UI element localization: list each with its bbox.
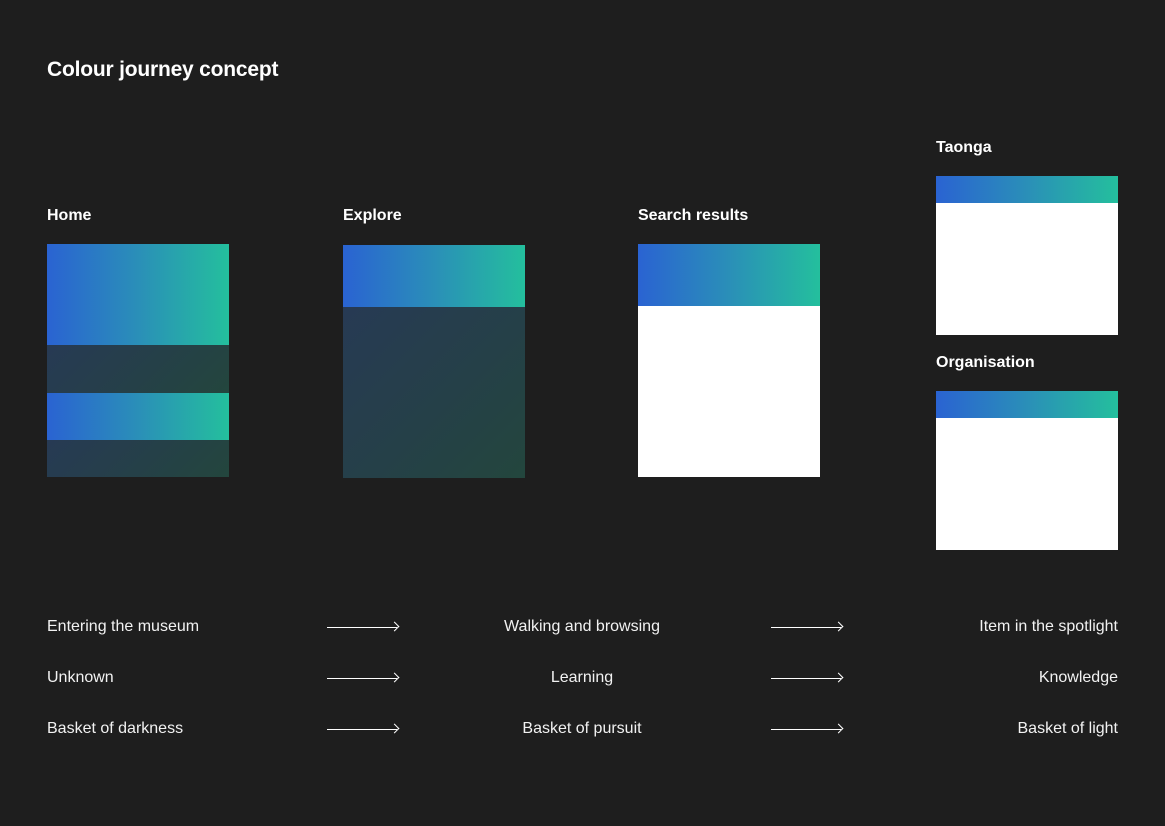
explore-gradient-header — [343, 245, 525, 307]
home-gradient-band-top — [47, 244, 229, 345]
explore-label: Explore — [343, 207, 402, 224]
arrow-right-icon — [771, 723, 844, 734]
home-panel — [47, 244, 229, 477]
home-label: Home — [47, 207, 92, 224]
taonga-label: Taonga — [936, 139, 992, 156]
journey-via-1: Walking and browsing — [504, 618, 660, 635]
organisation-panel — [936, 391, 1118, 550]
taonga-gradient-header — [936, 176, 1118, 203]
taonga-panel — [936, 176, 1118, 335]
journey-to-2: Knowledge — [1038, 669, 1118, 686]
explore-dark-body — [343, 307, 525, 478]
arrow-right-icon — [327, 621, 400, 632]
search-gradient-header — [638, 244, 820, 306]
journey-via-2: Learning — [550, 669, 614, 686]
organisation-gradient-header — [936, 391, 1118, 418]
search-results-panel — [638, 244, 820, 477]
arrow-right-icon — [771, 672, 844, 683]
journey-to-1: Item in the spotlight — [979, 618, 1118, 635]
search-results-label: Search results — [638, 207, 749, 224]
journey-to-3: Basket of light — [1017, 720, 1119, 737]
journey-from-2: Unknown — [47, 669, 114, 686]
explore-panel — [343, 245, 525, 478]
journey-from-1: Entering the museum — [47, 618, 200, 635]
home-gradient-band-mid — [47, 393, 229, 440]
home-dark-band-2 — [47, 440, 229, 477]
page-title: Colour journey concept — [47, 58, 279, 81]
arrow-right-icon — [771, 621, 844, 632]
organisation-white-body — [936, 418, 1118, 550]
journey-via-3: Basket of pursuit — [522, 720, 642, 737]
arrow-right-icon — [327, 723, 400, 734]
arrow-right-icon — [327, 672, 400, 683]
search-white-body — [638, 306, 820, 477]
home-dark-band-1 — [47, 345, 229, 393]
taonga-white-body — [936, 203, 1118, 335]
journey-from-3: Basket of darkness — [47, 720, 184, 737]
organisation-label: Organisation — [936, 354, 1035, 371]
